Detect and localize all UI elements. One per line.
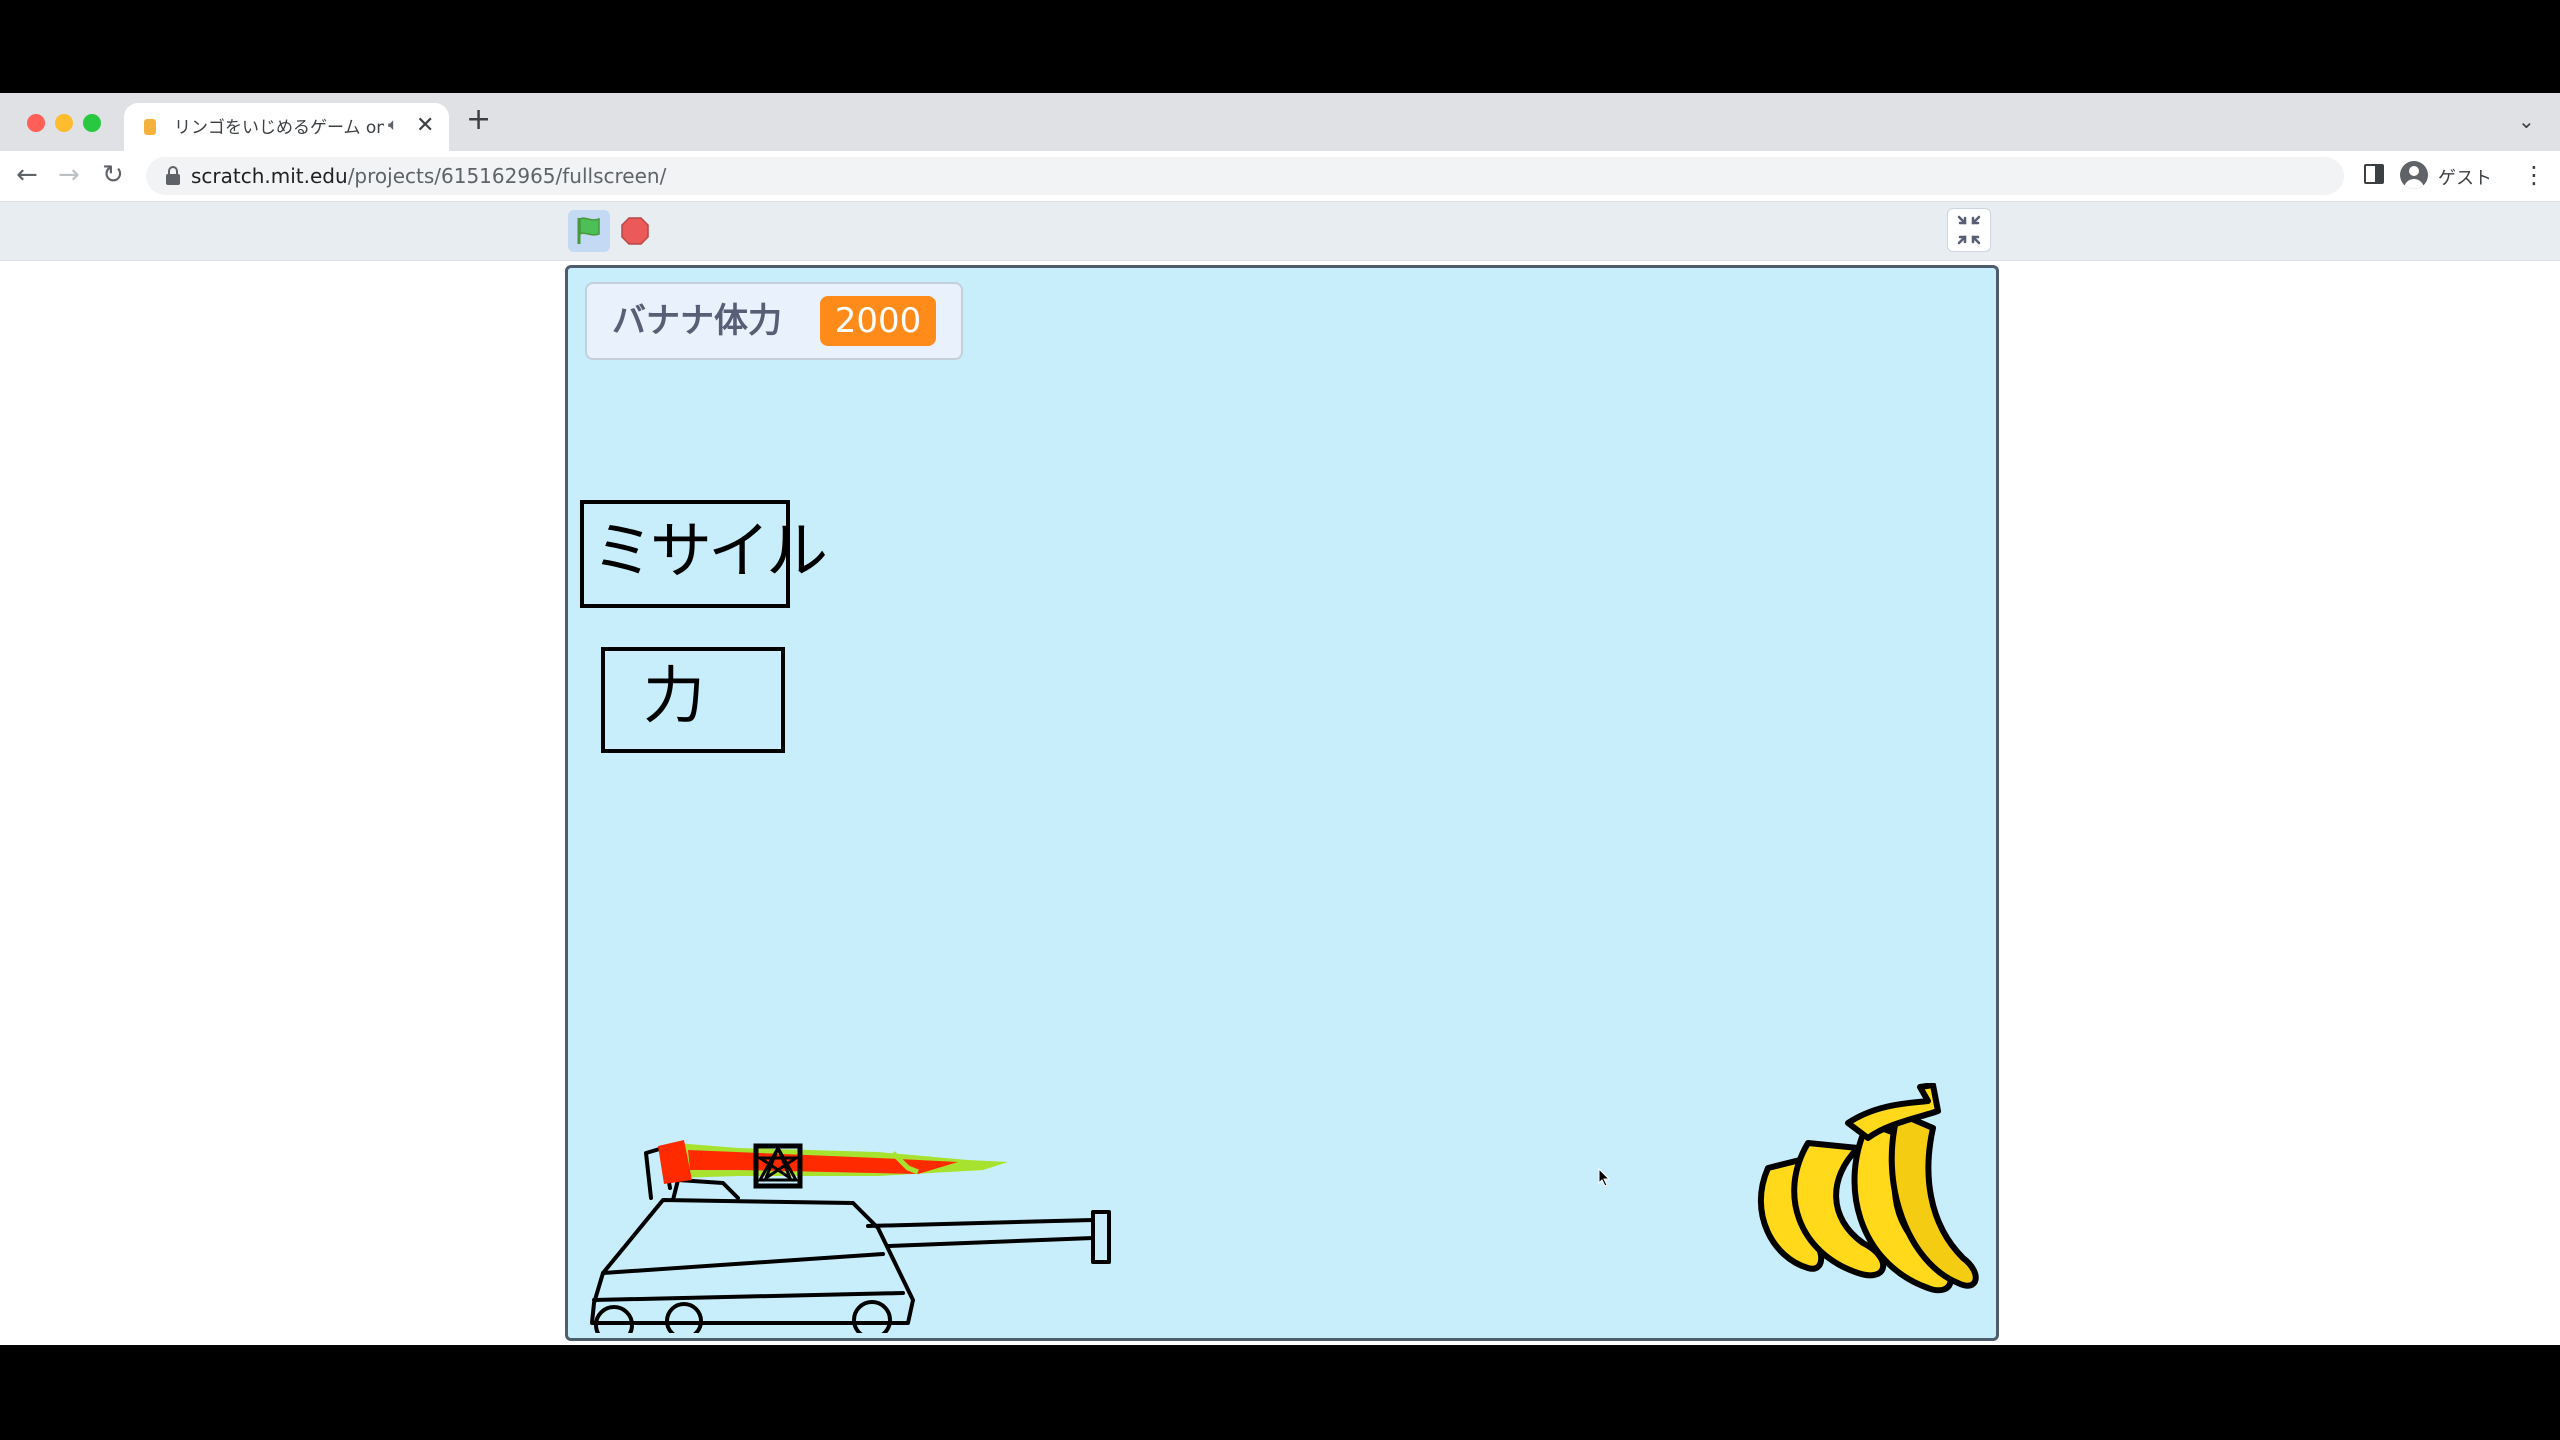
avatar-icon [2400, 161, 2428, 189]
tab-search-chevron-icon[interactable]: ⌄ [2518, 109, 2535, 133]
profile-button[interactable]: ゲスト [2394, 155, 2502, 195]
power-button-label: 力 [643, 659, 706, 732]
green-flag-icon [577, 217, 600, 244]
kebab-menu-icon[interactable]: ⋮ [2522, 161, 2546, 189]
reload-icon[interactable]: ↻ [102, 159, 124, 191]
tab-close-icon[interactable]: ✕ [416, 113, 434, 138]
address-bar[interactable]: scratch.mit.edu/projects/615162965/fulls… [146, 157, 2344, 195]
new-tab-button[interactable]: + [466, 105, 491, 135]
monitor-label: バナナ体力 [612, 301, 782, 341]
side-panel-icon[interactable] [2364, 164, 2384, 184]
scratch-player-controls [0, 202, 2560, 261]
speaker-icon[interactable]: 🔈︎ [388, 115, 398, 135]
banana-sprite [1757, 1083, 1979, 1294]
tab-title: リンゴをいじめるゲーム on Scratch [174, 118, 384, 138]
minimize-window-button[interactable] [55, 114, 73, 132]
browser-toolbar: ← → ↻ scratch.mit.edu/projects/615162965… [0, 151, 2560, 202]
scratch-favicon-icon [144, 119, 156, 135]
tab-strip: リンゴをいじめるゲーム on Scratch 🔈︎ ✕ + ⌄ [0, 93, 2560, 151]
url-path: /projects/615162965/fullscreen/ [347, 164, 667, 188]
back-arrow-icon[interactable]: ← [16, 159, 38, 191]
monitor-value: 2000 [820, 296, 936, 346]
close-window-button[interactable] [27, 114, 45, 132]
missile-button-label: ミサイル [592, 514, 828, 587]
forward-arrow-icon[interactable]: → [58, 159, 80, 191]
browser-tab[interactable]: リンゴをいじめるゲーム on Scratch 🔈︎ ✕ [124, 103, 449, 151]
url-text[interactable]: scratch.mit.edu/projects/615162965/fulls… [191, 164, 666, 188]
url-host: scratch.mit.edu [191, 164, 348, 188]
exit-fullscreen-icon [1957, 215, 1981, 245]
stop-button[interactable] [621, 217, 649, 245]
zoom-window-button[interactable] [83, 114, 101, 132]
variable-monitor: バナナ体力 2000 [585, 282, 963, 360]
exit-fullscreen-button[interactable] [1947, 208, 1991, 252]
browser-window: リンゴをいじめるゲーム on Scratch 🔈︎ ✕ + ⌄ ← → ↻ sc… [0, 93, 2560, 1345]
power-button-sprite[interactable]: 力 [601, 647, 785, 753]
green-flag-button[interactable] [568, 210, 610, 252]
mouse-pointer-icon [1598, 1168, 1611, 1187]
profile-label: ゲスト [2438, 168, 2492, 189]
stop-sign-icon [621, 217, 649, 245]
missile-button-sprite[interactable]: ミサイル [580, 500, 828, 608]
tank-sprite [590, 1140, 1111, 1333]
scratch-stage[interactable]: バナナ体力 2000 ミサイル 力 [565, 265, 1999, 1341]
lock-icon[interactable] [166, 166, 180, 186]
